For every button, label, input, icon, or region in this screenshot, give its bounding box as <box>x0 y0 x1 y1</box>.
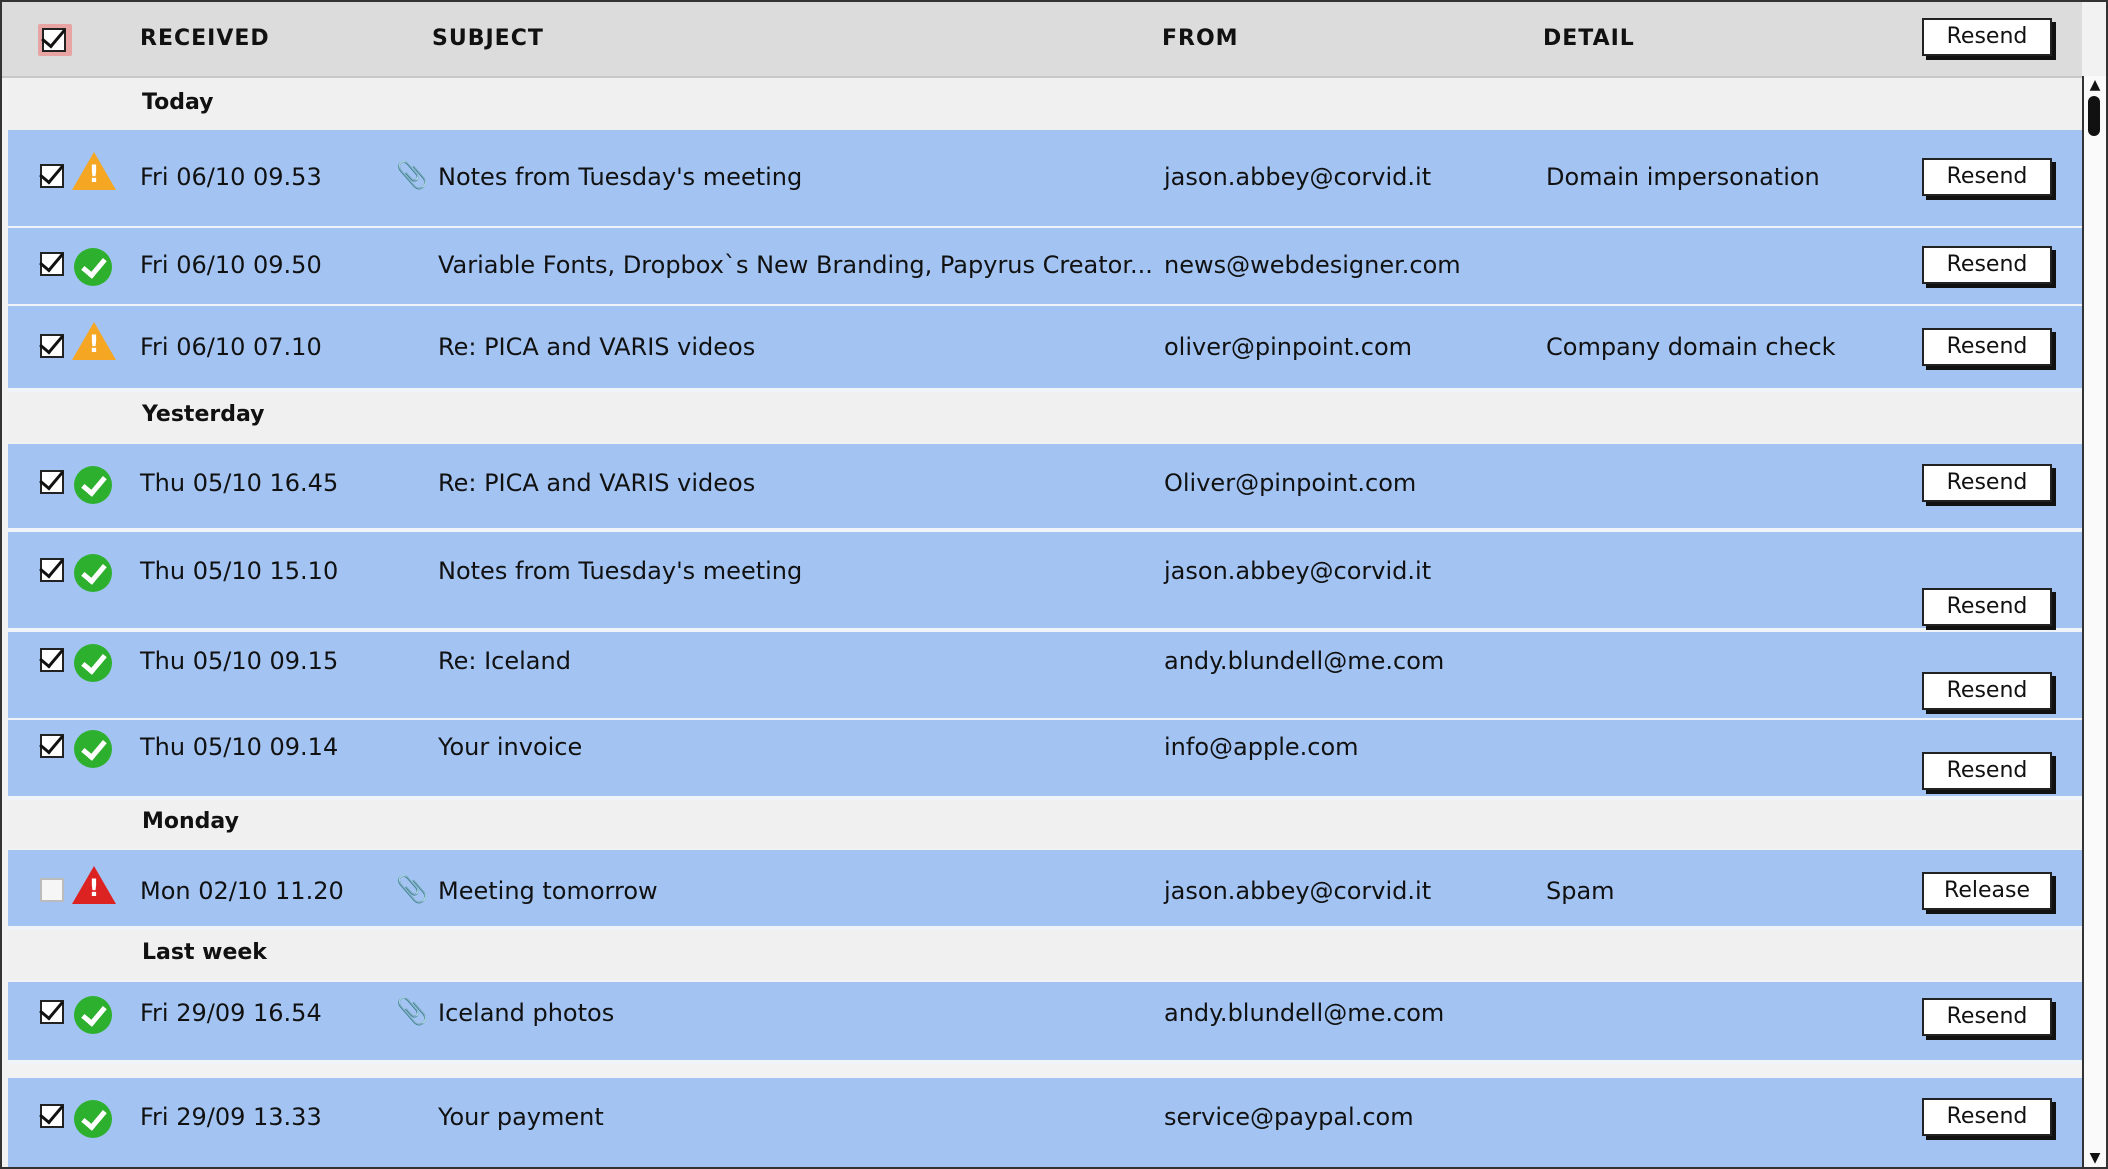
received-cell: Fri 06/10 09.50 <box>140 251 322 279</box>
table-row[interactable]: ! Mon 02/10 11.20 📎 Meeting tomorrow jason.a… <box>8 850 2082 930</box>
received-cell: Thu 05/10 15.10 <box>140 557 339 585</box>
from-cell: andy.blundell@me.com <box>1164 999 1445 1027</box>
resend-all-button[interactable]: Resend <box>1922 18 2052 56</box>
resend-button[interactable]: Resend <box>1922 158 2052 196</box>
group-label: Today <box>142 90 214 115</box>
row-checkbox[interactable] <box>40 252 64 276</box>
row-checkbox[interactable] <box>40 558 64 582</box>
row-checkbox[interactable] <box>40 164 64 188</box>
table-row[interactable]: Fri 29/09 16.54 📎 Iceland photos andy.blund… <box>8 982 2082 1064</box>
row-checkbox[interactable] <box>40 734 64 758</box>
subject-cell: Your invoice <box>438 733 583 761</box>
scroll-thumb[interactable] <box>2088 96 2100 136</box>
group-header-today: Today <box>8 78 2082 130</box>
ok-icon <box>74 730 112 768</box>
subject-cell: Meeting tomorrow <box>438 877 658 905</box>
subject-cell: Notes from Tuesday's meeting <box>438 163 803 191</box>
from-cell: jason.abbey@corvid.it <box>1164 557 1432 585</box>
received-cell: Thu 05/10 16.45 <box>140 469 339 497</box>
column-header-from[interactable]: FROM <box>1162 2 1239 76</box>
row-checkbox[interactable] <box>40 878 64 902</box>
ok-icon <box>74 644 112 682</box>
ok-icon <box>74 1100 112 1138</box>
row-checkbox[interactable] <box>40 470 64 494</box>
received-cell: Thu 05/10 09.15 <box>140 647 339 675</box>
row-checkbox[interactable] <box>40 1104 64 1128</box>
warning-icon: ! <box>72 152 116 190</box>
received-cell: Fri 06/10 09.53 <box>140 163 322 191</box>
paperclip-icon: 📎 <box>396 161 429 191</box>
danger-icon: ! <box>72 866 116 904</box>
row-checkbox[interactable] <box>40 1000 64 1024</box>
ok-icon <box>74 996 112 1034</box>
resend-button[interactable]: Resend <box>1922 752 2052 790</box>
detail-cell: Domain impersonation <box>1546 163 1820 191</box>
resend-button[interactable]: Resend <box>1922 1098 2052 1136</box>
resend-button[interactable]: Resend <box>1922 998 2052 1036</box>
from-cell: Oliver@pinpoint.com <box>1164 469 1417 497</box>
from-cell: service@paypal.com <box>1164 1103 1414 1131</box>
table-row[interactable]: Fri 06/10 09.50 Variable Fonts, Dropbox`s… <box>8 228 2082 308</box>
from-cell: oliver@pinpoint.com <box>1164 333 1413 361</box>
row-checkbox[interactable] <box>40 334 64 358</box>
table-header: RECEIVED SUBJECT FROM DETAIL Resend <box>2 2 2082 78</box>
group-label: Yesterday <box>142 402 265 427</box>
from-cell: andy.blundell@me.com <box>1164 647 1445 675</box>
received-cell: Fri 29/09 13.33 <box>140 1103 322 1131</box>
column-header-subject[interactable]: SUBJECT <box>432 2 544 76</box>
resend-button[interactable]: Resend <box>1922 672 2052 710</box>
received-cell: Mon 02/10 11.20 <box>140 877 344 905</box>
group-header-last-week: Last week <box>8 928 2082 980</box>
table-row[interactable]: ! Fri 06/10 07.10 Re: PICA and VARIS video… <box>8 306 2082 392</box>
ok-icon <box>74 554 112 592</box>
subject-cell: Re: Iceland <box>438 647 571 675</box>
release-button[interactable]: Release <box>1922 872 2052 910</box>
received-cell: Fri 29/09 16.54 <box>140 999 322 1027</box>
table-row[interactable]: Thu 05/10 09.14 Your invoice info@apple.co… <box>8 720 2082 800</box>
detail-cell: Spam <box>1546 877 1615 905</box>
group-label: Monday <box>142 809 239 834</box>
received-cell: Thu 05/10 09.14 <box>140 733 339 761</box>
group-label: Last week <box>142 940 267 965</box>
warning-icon: ! <box>72 322 116 360</box>
row-checkbox[interactable] <box>40 648 64 672</box>
table-row[interactable]: Thu 05/10 09.15 Re: Iceland andy.blundell@… <box>8 632 2082 722</box>
from-cell: news@webdesigner.com <box>1164 251 1461 279</box>
message-list-window: RECEIVED SUBJECT FROM DETAIL Resend Toda… <box>0 0 2108 1169</box>
table-row[interactable]: Fri 29/09 13.33 Your payment service@paypa… <box>8 1078 2082 1167</box>
table-row[interactable]: Thu 05/10 15.10 Notes from Tuesday's meet… <box>8 532 2082 632</box>
column-header-received[interactable]: RECEIVED <box>140 2 270 76</box>
resend-button[interactable]: Resend <box>1922 464 2052 502</box>
resend-button[interactable]: Resend <box>1922 588 2052 626</box>
resend-button[interactable]: Resend <box>1922 246 2052 284</box>
ok-icon <box>74 466 112 504</box>
subject-cell: Iceland photos <box>438 999 615 1027</box>
subject-cell: Re: PICA and VARIS videos <box>438 469 756 497</box>
from-cell: jason.abbey@corvid.it <box>1164 163 1432 191</box>
table-row[interactable]: ! Fri 06/10 09.53 📎 Notes from Tuesday's me… <box>8 130 2082 230</box>
from-cell: info@apple.com <box>1164 733 1359 761</box>
subject-cell: Variable Fonts, Dropbox`s New Branding, … <box>438 251 1153 279</box>
received-cell: Fri 06/10 07.10 <box>140 333 322 361</box>
subject-cell: Your payment <box>438 1103 604 1131</box>
subject-cell: Re: PICA and VARIS videos <box>438 333 756 361</box>
table-row[interactable]: Thu 05/10 16.45 Re: PICA and VARIS videos… <box>8 444 2082 532</box>
ok-icon <box>74 248 112 286</box>
arrow-up-icon[interactable]: ▲ <box>2086 76 2104 94</box>
select-all-checkbox[interactable] <box>38 24 72 56</box>
detail-cell: Company domain check <box>1546 333 1836 361</box>
vertical-scrollbar[interactable]: ▲ ▼ <box>2082 76 2106 1167</box>
column-header-detail[interactable]: DETAIL <box>1543 2 1635 76</box>
paperclip-icon: 📎 <box>396 875 429 905</box>
from-cell: jason.abbey@corvid.it <box>1164 877 1432 905</box>
paperclip-icon: 📎 <box>396 997 429 1027</box>
group-header-monday: Monday <box>8 797 2082 849</box>
group-header-yesterday: Yesterday <box>8 390 2082 442</box>
subject-cell: Notes from Tuesday's meeting <box>438 557 803 585</box>
select-all-check-mark <box>42 28 66 52</box>
arrow-down-icon[interactable]: ▼ <box>2086 1149 2104 1167</box>
resend-button[interactable]: Resend <box>1922 328 2052 366</box>
